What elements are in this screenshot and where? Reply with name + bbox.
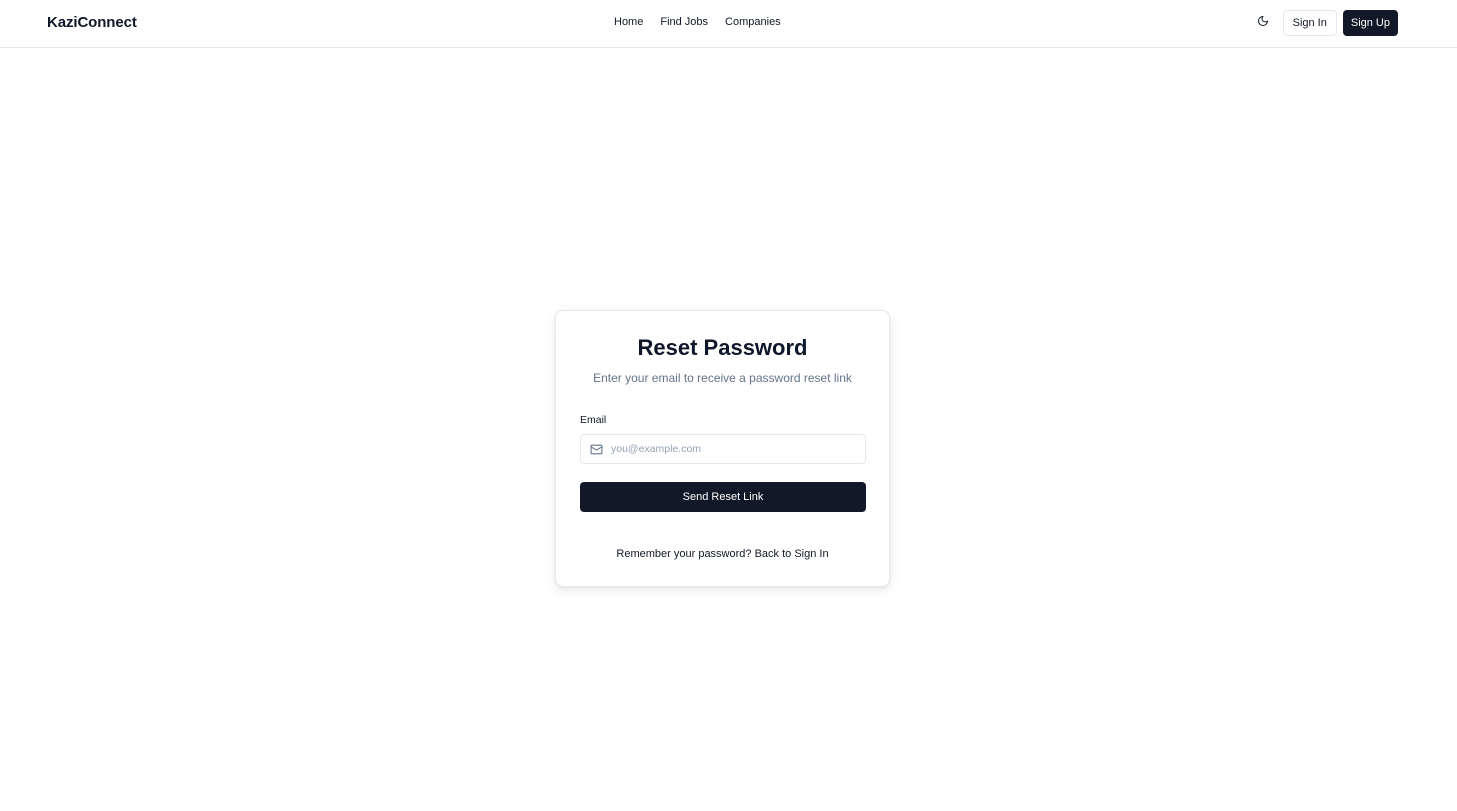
sign-in-prompt: Remember your password? Back to Sign In bbox=[556, 548, 889, 560]
theme-toggle-button[interactable] bbox=[1250, 10, 1276, 36]
nav-link-find-jobs[interactable]: Find Jobs bbox=[660, 16, 708, 28]
moon-icon bbox=[1257, 14, 1269, 32]
main-nav: Home Find Jobs Companies bbox=[614, 16, 781, 28]
header-actions: Sign In Sign Up bbox=[1250, 10, 1398, 36]
sign-in-prompt-text: Remember your password? bbox=[616, 548, 752, 560]
sign-up-button[interactable]: Sign Up bbox=[1342, 10, 1398, 36]
top-navbar: KaziConnect Home Find Jobs Companies Sig… bbox=[0, 0, 1457, 48]
sign-in-button[interactable]: Sign In bbox=[1282, 10, 1337, 36]
brand-logo[interactable]: KaziConnect bbox=[47, 14, 137, 31]
email-field[interactable] bbox=[580, 434, 866, 464]
nav-link-companies[interactable]: Companies bbox=[725, 16, 781, 28]
email-input[interactable] bbox=[611, 443, 851, 455]
card-subtitle: Enter your email to receive a password r… bbox=[593, 371, 852, 385]
card-title: Reset Password bbox=[637, 335, 808, 360]
back-to-sign-in-link[interactable]: Back to Sign In bbox=[755, 548, 829, 560]
send-reset-link-button[interactable]: Send Reset Link bbox=[580, 482, 866, 512]
nav-link-home[interactable]: Home bbox=[614, 16, 643, 28]
email-label: Email bbox=[580, 414, 607, 426]
mail-icon bbox=[589, 442, 603, 456]
reset-password-card: Reset Password Enter your email to recei… bbox=[555, 310, 890, 587]
